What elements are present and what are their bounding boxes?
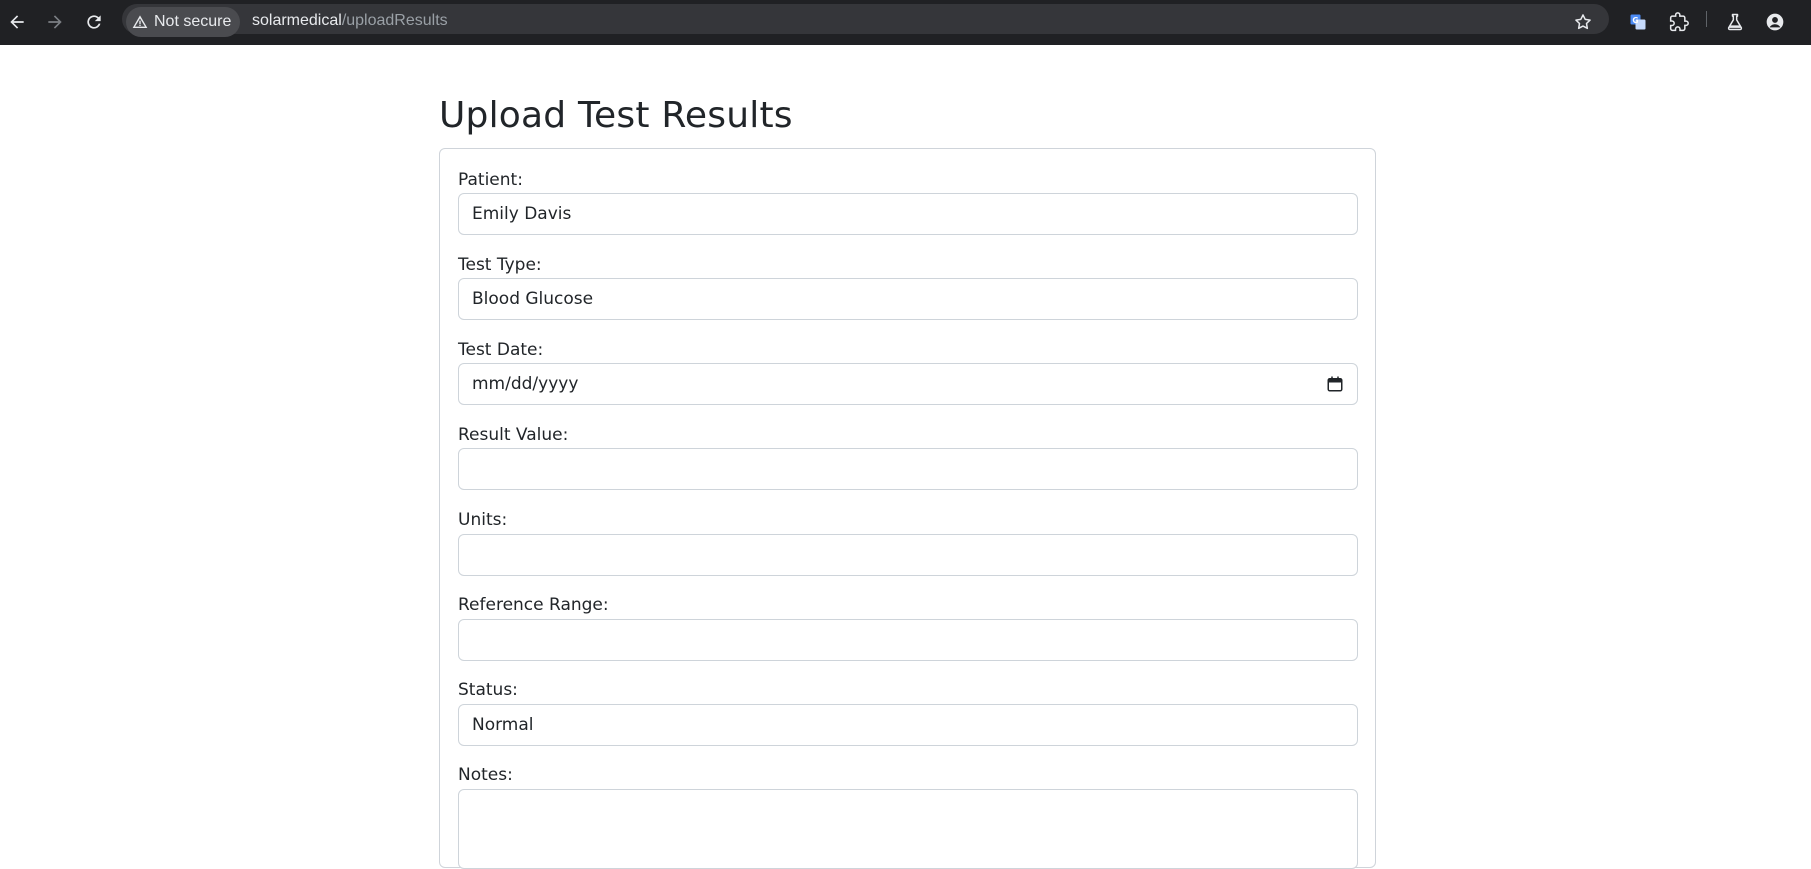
test-date-label: Test Date:	[458, 340, 544, 360]
status-field[interactable]	[458, 704, 1358, 746]
account-icon	[1766, 13, 1784, 31]
reference-range-field[interactable]	[458, 619, 1358, 661]
test-date-field[interactable]: mm/dd/yyyy	[458, 363, 1358, 405]
labs-button[interactable]	[1720, 7, 1750, 37]
notes-label: Notes:	[458, 765, 513, 785]
status-label: Status:	[458, 680, 518, 700]
calendar-icon[interactable]	[1326, 375, 1344, 393]
translate-icon: G	[1630, 14, 1646, 30]
reference-range-label: Reference Range:	[458, 595, 609, 615]
security-chip[interactable]: Not secure	[126, 7, 241, 37]
result-value-label: Result Value:	[458, 425, 569, 445]
test-type-label: Test Type:	[458, 255, 542, 275]
test-type-field[interactable]	[458, 278, 1358, 320]
arrow-left-icon	[10, 15, 24, 29]
notes-textarea[interactable]	[458, 789, 1358, 869]
profile-button[interactable]	[1760, 7, 1790, 37]
patient-field[interactable]	[458, 193, 1358, 235]
units-label: Units:	[458, 510, 508, 530]
test-date-placeholder: mm/dd/yyyy	[472, 374, 579, 394]
svg-text:G: G	[1632, 16, 1638, 25]
browser-toolbar: Not secure solarmedical/uploadResults G	[0, 0, 1811, 45]
security-label: Not secure	[154, 13, 232, 30]
translate-button[interactable]: G	[1623, 7, 1653, 37]
star-icon	[1575, 14, 1591, 30]
reload-icon	[87, 15, 101, 29]
address-bar[interactable]: Not secure solarmedical/uploadResults	[122, 4, 1609, 37]
extensions-button[interactable]	[1664, 7, 1694, 37]
page-title: Upload Test Results	[439, 95, 793, 136]
url-path: /uploadResults	[341, 12, 448, 29]
arrow-right-icon	[48, 15, 62, 29]
patient-label: Patient:	[458, 170, 523, 190]
forward-button[interactable]	[40, 7, 70, 37]
bookmark-button[interactable]	[1568, 7, 1598, 37]
flask-icon	[1727, 13, 1743, 31]
url-text[interactable]: solarmedical/uploadResults	[252, 12, 448, 30]
toolbar-divider	[1706, 11, 1707, 27]
url-host: solarmedical	[252, 12, 342, 29]
warning-triangle-icon	[132, 15, 148, 28]
puzzle-icon	[1669, 12, 1689, 32]
back-button[interactable]	[2, 7, 32, 37]
units-field[interactable]	[458, 534, 1358, 576]
result-value-field[interactable]	[458, 448, 1358, 490]
reload-button[interactable]	[79, 7, 109, 37]
upload-results-form	[439, 148, 1376, 868]
